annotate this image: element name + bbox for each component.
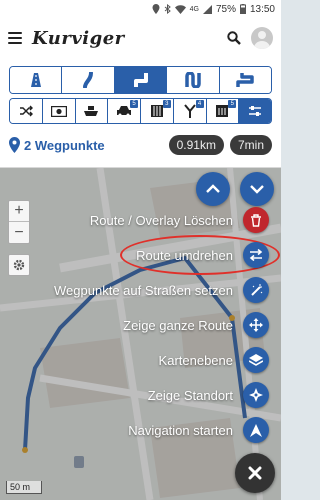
sliders-icon	[249, 106, 262, 116]
ferry-icon	[84, 105, 99, 116]
app-screen: { "statusbar": { "signal": "4G", "batter…	[0, 0, 281, 500]
zoom-control: + −	[8, 200, 30, 244]
menu-item-show-route[interactable]: Zeige ganze Route	[123, 312, 269, 338]
curvy-road-icon	[133, 73, 148, 87]
menu-icon[interactable]	[8, 32, 22, 44]
route-type-selector	[9, 66, 272, 94]
zoom-out-button[interactable]: −	[9, 222, 29, 243]
signal-label: 4G	[189, 5, 199, 13]
menu-item-reverse-route[interactable]: Route umdrehen	[136, 242, 269, 268]
option-settings[interactable]	[239, 99, 271, 123]
gear-icon	[13, 259, 25, 271]
status-bar: 4G 75% 13:50	[0, 0, 281, 18]
search-icon	[227, 31, 241, 45]
extremely-curvy-road-icon	[236, 73, 255, 87]
user-avatar[interactable]	[251, 27, 273, 49]
menu-item-label: Route / Overlay Löschen	[89, 212, 233, 228]
menu-item-map-layers[interactable]: Kartenebene	[159, 347, 269, 373]
collapse-down-button[interactable]	[240, 172, 274, 206]
menu-item-delete-route[interactable]: Route / Overlay Löschen	[90, 207, 269, 233]
location-icon	[152, 4, 160, 14]
route-type-curvy[interactable]	[62, 67, 115, 93]
option-fork[interactable]: 4	[173, 99, 207, 123]
route-options: 5 3 4 5	[9, 98, 272, 124]
battery-icon	[239, 4, 246, 14]
chevron-down-icon	[250, 185, 264, 194]
route-panel: 5 3 4 5 2 Wegpunkte 0.91km 7min	[0, 58, 281, 168]
magic-wand-icon[interactable]	[243, 277, 269, 303]
battery-percent: 75%	[215, 3, 236, 15]
option-ferry[interactable]	[75, 99, 109, 123]
menu-item-label: Navigation starten	[128, 422, 233, 438]
menu-item-label: Wegpunkte auf Straßen setzen	[54, 282, 233, 298]
shuffle-icon	[19, 105, 33, 117]
route-type-extremely-curvy[interactable]	[219, 67, 271, 93]
menu-item-label: Zeige Standort	[147, 387, 233, 403]
menu-item-label: Route umdrehen	[136, 247, 233, 263]
curvy-road-icon	[83, 72, 94, 88]
wifi-icon	[174, 4, 186, 14]
menu-item-label: Zeige ganze Route	[123, 317, 233, 333]
swap-icon[interactable]	[243, 242, 269, 268]
waypoints-row[interactable]: 2 Wegpunkte 0.91km 7min	[9, 132, 272, 158]
close-menu-button[interactable]	[235, 453, 275, 493]
option-badge: 5	[130, 100, 138, 108]
move-arrows-icon[interactable]	[243, 312, 269, 338]
highway-icon	[30, 73, 41, 87]
clock: 13:50	[249, 3, 275, 15]
route-type-highway[interactable]	[10, 67, 63, 93]
menu-item-start-navigation[interactable]: Navigation starten	[128, 417, 269, 443]
toll-icon	[50, 105, 67, 117]
trash-icon[interactable]	[243, 207, 269, 233]
route-type-curvier[interactable]	[114, 67, 168, 93]
option-badge: 3	[162, 100, 171, 108]
option-badge: 4	[195, 100, 204, 108]
fork-road-icon	[183, 104, 196, 118]
option-badge: 5	[228, 100, 237, 108]
zoom-in-button[interactable]: +	[9, 201, 29, 222]
close-icon	[248, 466, 262, 480]
collapse-up-button[interactable]	[196, 172, 230, 206]
chevron-up-icon	[206, 184, 220, 193]
app-header: Kurviger	[0, 18, 281, 58]
unpaved-road-icon	[150, 105, 163, 117]
route-distance: 0.91km	[168, 135, 224, 155]
option-unpaved[interactable]: 3	[141, 99, 174, 123]
cell-signal-icon	[202, 4, 212, 14]
menu-item-snap-waypoints[interactable]: Wegpunkte auf Straßen setzen	[54, 277, 269, 303]
option-shuffle[interactable]	[10, 99, 43, 123]
bluetooth-icon	[164, 4, 171, 14]
map-scale: 50 m	[6, 481, 42, 494]
menu-item-label: Kartenebene	[158, 352, 233, 368]
option-dead-end[interactable]: 5	[206, 99, 240, 123]
map-pin-icon	[9, 137, 20, 153]
locate-icon[interactable]	[243, 382, 269, 408]
route-type-very-curvy[interactable]	[167, 67, 220, 93]
layers-icon[interactable]	[243, 347, 269, 373]
waypoints-count: 2 Wegpunkte	[24, 137, 105, 153]
search-button[interactable]	[223, 27, 245, 49]
option-toll[interactable]	[42, 99, 76, 123]
option-car[interactable]: 5	[108, 99, 141, 123]
very-curvy-road-icon	[185, 72, 201, 88]
app-logo: Kurviger	[32, 27, 125, 49]
navigation-arrow-icon[interactable]	[243, 417, 269, 443]
route-duration: 7min	[229, 135, 272, 155]
menu-item-show-location[interactable]: Zeige Standort	[148, 382, 269, 408]
map-settings-button[interactable]	[8, 254, 30, 276]
